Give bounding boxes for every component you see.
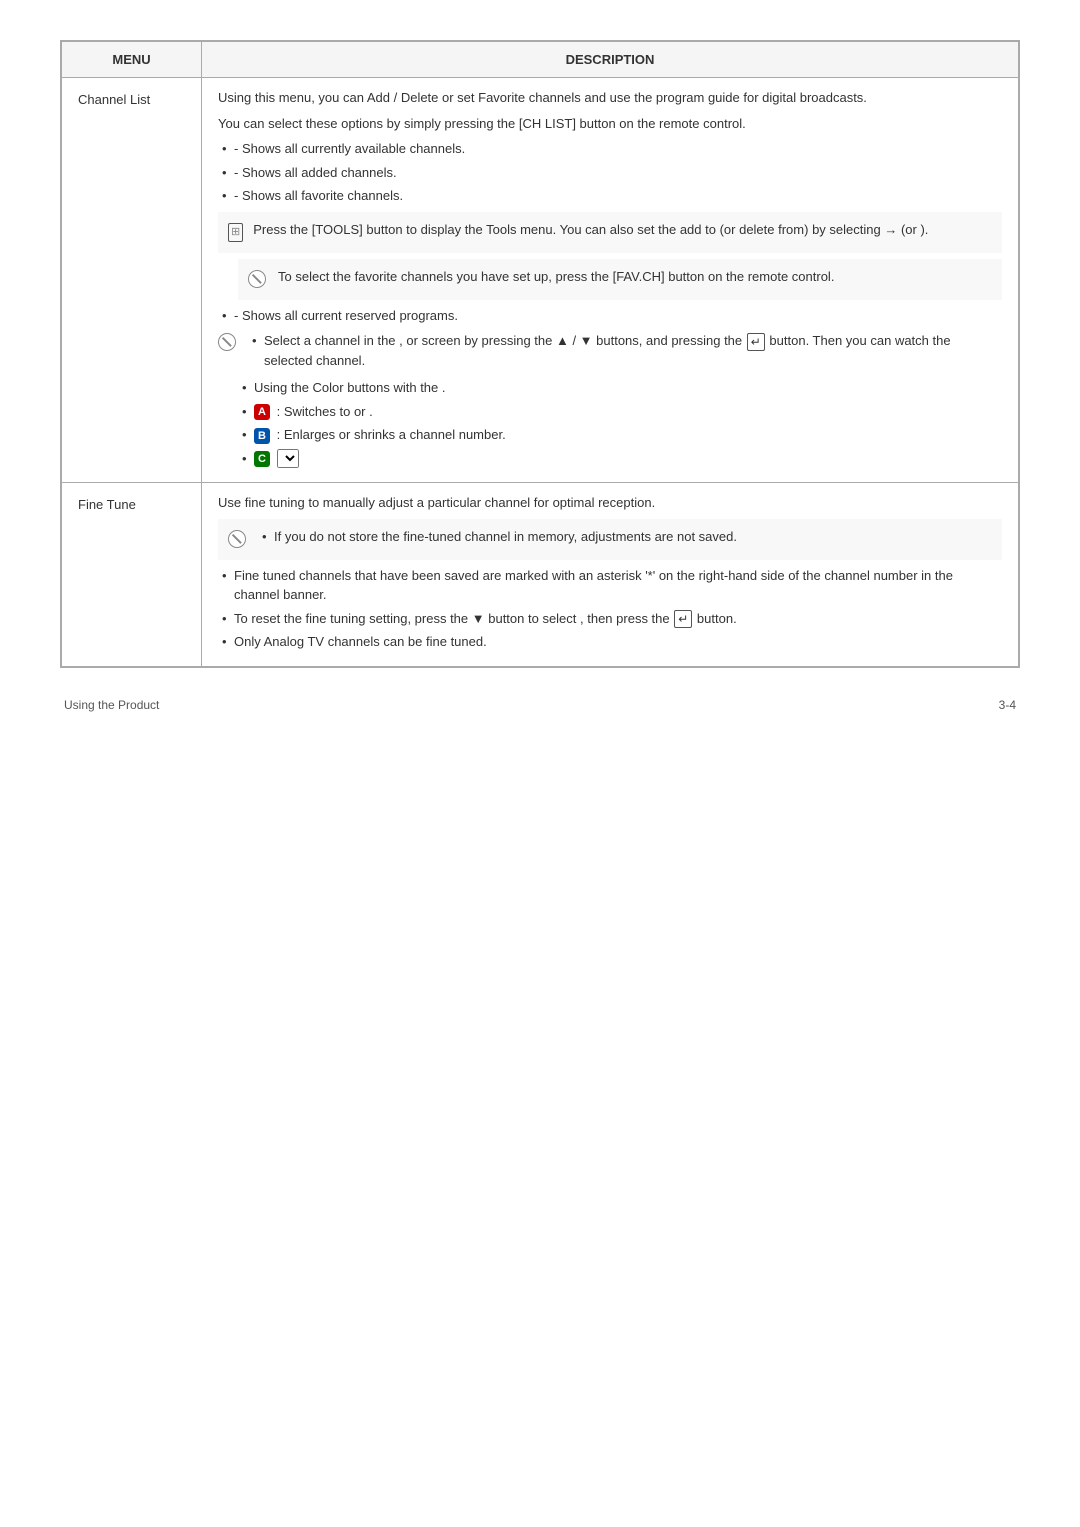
finetune-note-item: If you do not store the fine-tuned chann… [258,527,737,547]
prog-note-item: Select a channel in the , or screen by p… [248,331,1002,370]
nosymbol-icon3 [228,528,250,552]
bullet-list-2: - Shows all current reserved programs. [218,306,1002,326]
footer-right: 3-4 [999,698,1016,712]
prog-note-list: Select a channel in the , or screen by p… [248,331,1002,374]
sub-list-item: Using the Color buttons with the . [238,378,1002,398]
color-badge-red: A [254,404,270,420]
desc-cell-1: Use fine tuning to manually adjust a par… [202,483,1019,667]
paragraph: You can select these options by simply p… [218,114,1002,134]
desc-cell-0: Using this menu, you can Add / Delete or… [202,78,1019,483]
fav-note-box: To select the favorite channels you have… [238,259,1002,300]
description-header: DESCRIPTION [202,42,1019,78]
fav-note-text: To select the favorite channels you have… [278,267,834,287]
fine-bullet-item: To reset the fine tuning setting, press … [218,609,1002,629]
main-table: MENU DESCRIPTION Channel List Using this … [61,41,1019,667]
color-button-item: B : Enlarges or shrinks a channel number… [238,425,1002,445]
finetune-note-box: If you do not store the fine-tuned chann… [218,519,1002,560]
bullet-list: - Shows all currently available channels… [218,139,1002,206]
no-symbol-icon [228,530,246,548]
page-container: MENU DESCRIPTION Channel List Using this … [60,40,1020,668]
sub-bullet-list: Using the Color buttons with the . [238,378,1002,398]
finetune-note-list: If you do not store the fine-tuned chann… [258,527,737,551]
color-button-item: A : Switches to or . [238,402,1002,422]
color-button-list: A : Switches to or . B : Enlarges or shr… [238,402,1002,469]
tools-note-box: ⊞ Press the [TOOLS] button to display th… [218,212,1002,253]
list-item: - Shows all currently available channels… [218,139,1002,159]
color-button-item: C : Selects multiple channel lists. You … [238,449,1002,469]
page-footer: Using the Product 3-4 [60,698,1020,712]
fine-bullet-item: Fine tuned channels that have been saved… [218,566,1002,605]
list-item: - Shows all added channels. [218,163,1002,183]
color-badge-blue: B [254,428,270,444]
no-symbol-icon [218,333,236,351]
footer-left: Using the Product [64,698,159,712]
color-badge-green: C [254,451,270,467]
menu-cell-0: Channel List [62,78,202,483]
enter-icon: ↵ [674,610,692,628]
fine-bullet-item: Only Analog TV channels can be fine tune… [218,632,1002,652]
programmed-note: Select a channel in the , or screen by p… [218,331,1002,374]
fine-bullets: Fine tuned channels that have been saved… [218,566,1002,652]
tools-note-text: Press the [TOOLS] button to display the … [253,220,928,240]
list-item: - Shows all favorite channels. [218,186,1002,206]
paragraph: Use fine tuning to manually adjust a par… [218,493,1002,513]
menu-cell-1: Fine Tune [62,483,202,667]
paragraph: Using this menu, you can Add / Delete or… [218,88,1002,108]
enter-icon: ↵ [747,333,765,351]
list-item: - Shows all current reserved programs. [218,306,1002,326]
nosymbol-icon2 [218,331,240,351]
nosymbol-icon [248,268,270,292]
menu-header: MENU [62,42,202,78]
tools-icon: ⊞ [228,221,245,245]
no-symbol-icon [248,270,266,288]
